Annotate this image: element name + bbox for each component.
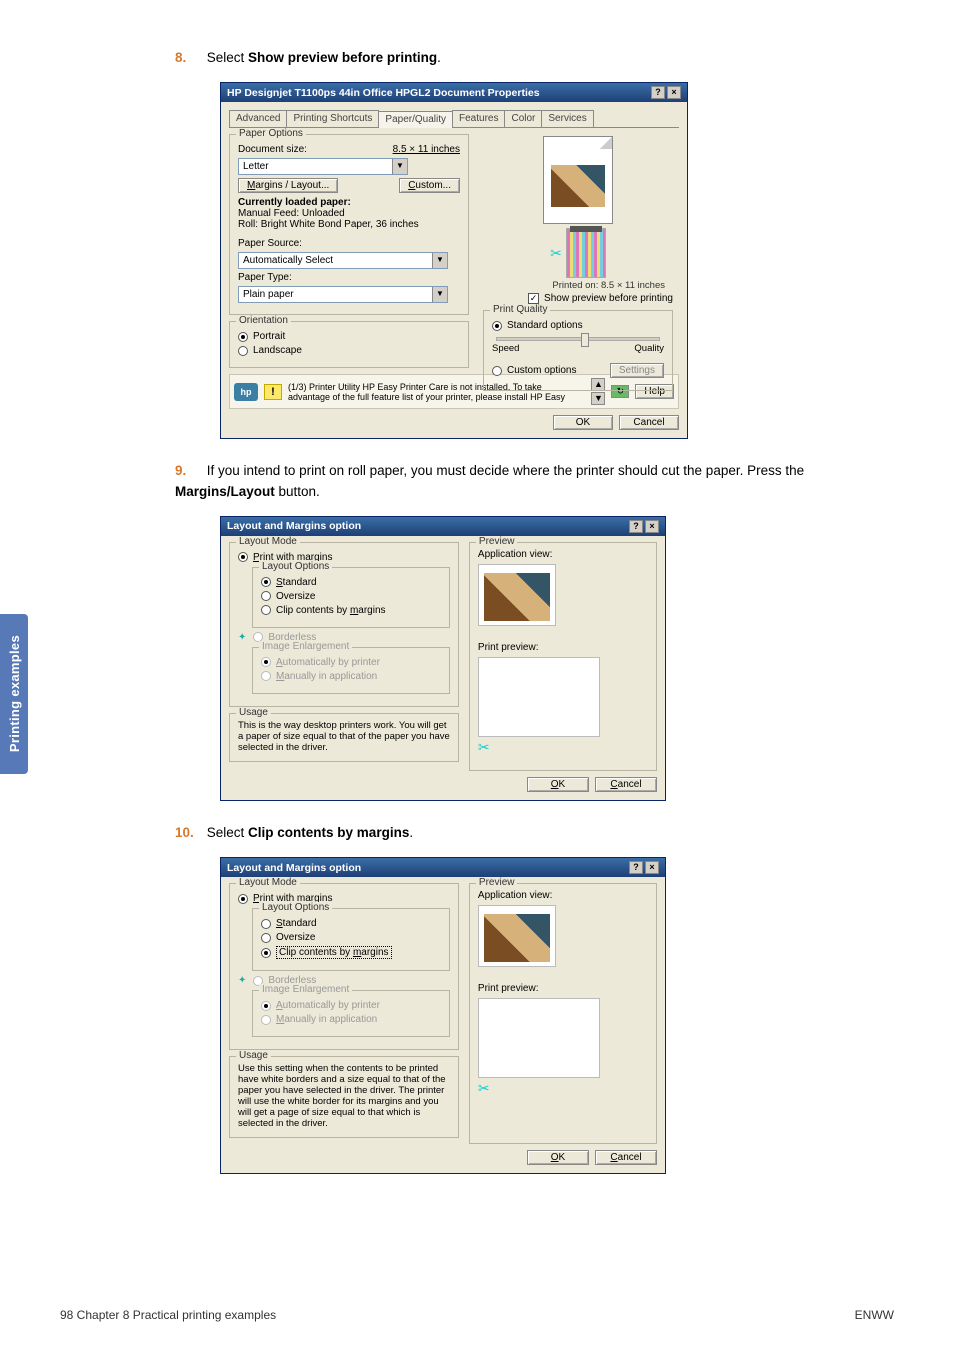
auto-by-printer-radio: Automatically by printer [261,1000,441,1011]
side-tab-label: Printing examples [7,635,22,752]
paper-source-combo[interactable]: Automatically Select▼ [238,252,448,269]
help-titlebar-button[interactable]: ? [629,520,643,533]
dialog3-titlebar: Layout and Margins option ?× [221,858,665,877]
oversize-radio[interactable]: Oversize [261,591,441,602]
close-titlebar-button[interactable]: × [667,86,681,99]
dialog2-title: Layout and Margins option [227,520,361,532]
dialog1-titlebar: HP Designjet T1100ps 44in Office HPGL2 D… [221,83,687,102]
layout-mode-group: Layout Mode Print with margins Layout Op… [229,542,459,707]
print-quality-group: Print Quality Standard options SpeedQual… [483,310,673,391]
image-enlargement-group: Image Enlargement Automatically by print… [252,990,450,1037]
manual-in-app-radio: Manually in application [261,671,441,682]
tab-paper-quality[interactable]: Paper/Quality [378,111,453,128]
settings-button: Settings [610,363,664,378]
cancel-button[interactable]: Cancel [619,415,679,430]
layout-mode-group: Layout Mode Print with margins Layout Op… [229,883,459,1050]
close-titlebar-button[interactable]: × [645,861,659,874]
print-preview-thumb [478,657,600,737]
page-footer: 98 Chapter 8 Practical printing examples… [60,1308,894,1322]
ok-button[interactable]: OK [527,1150,589,1165]
step-10-num: 10. [175,823,203,843]
footer-right: ENWW [855,1308,894,1322]
show-preview-checkbox[interactable]: ✓Show preview before printing [483,293,673,304]
app-view-preview [478,905,556,967]
printed-on-label: Printed on: 8.5 × 11 inches [483,280,665,291]
layout-options-group: Layout Options Standard Oversize Clip co… [252,567,450,628]
print-preview-thumb [478,998,600,1078]
image-enlargement-group: Image Enlargement Automatically by print… [252,647,450,694]
clip-contents-radio[interactable]: Clip contents by margins [261,605,441,616]
preview-group: Preview Application view: Print preview:… [469,883,657,1144]
chevron-down-icon: ▼ [392,159,407,174]
preview-group: Preview Application view: Print preview:… [469,542,657,771]
step-9: 9. If you intend to print on roll paper,… [175,461,894,502]
cancel-button[interactable]: Cancel [595,777,657,792]
sparkle-icon: ✦ [238,975,246,986]
tab-advanced[interactable]: Advanced [229,110,287,127]
dialog1-tabs: Advanced Printing Shortcuts Paper/Qualit… [229,110,679,128]
sparkle-icon: ✦ [238,632,246,643]
step-9-num: 9. [175,461,203,481]
app-view-preview [478,564,556,626]
custom-size-button[interactable]: Custom... [399,178,460,193]
auto-by-printer-radio: Automatically by printer [261,657,441,668]
side-tab: Printing examples [0,614,28,774]
doc-size-combo[interactable]: Letter▼ [238,158,408,175]
tab-services[interactable]: Services [541,110,593,127]
layout-margins-dialog-standard: Layout and Margins option ?× Layout Mode… [220,516,666,801]
footer-left: 98 Chapter 8 Practical printing examples [60,1308,276,1322]
orientation-group: Orientation Portrait Landscape [229,321,469,368]
page-preview [543,136,613,224]
chevron-down-icon: ▼ [432,287,447,302]
ok-button[interactable]: OK [553,415,613,430]
cancel-button[interactable]: Cancel [595,1150,657,1165]
orientation-landscape[interactable]: Landscape [238,345,460,356]
dialog2-titlebar: Layout and Margins option ?× [221,517,665,536]
help-titlebar-button[interactable]: ? [651,86,665,99]
ok-button[interactable]: OK [527,777,589,792]
scissors-icon: ✂ [478,739,490,755]
scissors-icon: ✂ [550,245,562,262]
tab-color[interactable]: Color [504,110,542,127]
help-titlebar-button[interactable]: ? [629,861,643,874]
layout-options-group: Layout Options Standard Oversize Clip co… [252,908,450,971]
paper-type-combo[interactable]: Plain paper▼ [238,286,448,303]
step-8-num: 8. [175,48,203,68]
step-8: 8. Select Show preview before printing. [175,48,894,68]
document-properties-dialog: HP Designjet T1100ps 44in Office HPGL2 D… [220,82,688,439]
margins-layout-button[interactable]: Margins / Layout... [238,178,338,193]
chevron-down-icon: ▼ [432,253,447,268]
custom-options-radio[interactable]: Custom options [492,365,576,376]
manual-in-app-radio: Manually in application [261,1014,441,1025]
tab-features[interactable]: Features [452,110,505,127]
tab-printing-shortcuts[interactable]: Printing Shortcuts [286,110,379,127]
standard-radio[interactable]: Standard [261,577,441,588]
oversize-radio[interactable]: Oversize [261,932,441,943]
step-10: 10. Select Clip contents by margins. [175,823,894,843]
standard-options-radio[interactable]: Standard options [492,320,664,331]
hp-badge-icon: hp [234,383,258,401]
warning-icon: ! [264,384,282,400]
usage-group: Usage This is the way desktop printers w… [229,713,459,762]
layout-margins-dialog-clip: Layout and Margins option ?× Layout Mode… [220,857,666,1174]
paper-options-group: Paper Options Document size:8.5 × 11 inc… [229,134,469,315]
quality-slider[interactable] [492,337,664,341]
standard-radio[interactable]: Standard [261,918,441,929]
scissors-icon: ✂ [478,1080,490,1096]
clip-contents-radio[interactable]: Clip contents by margins [261,946,441,959]
dialog3-title: Layout and Margins option [227,862,361,874]
close-titlebar-button[interactable]: × [645,520,659,533]
dialog1-title: HP Designjet T1100ps 44in Office HPGL2 D… [227,87,540,99]
doc-size-value[interactable]: 8.5 × 11 inches [393,144,460,155]
usage-group: Usage Use this setting when the contents… [229,1056,459,1138]
orientation-portrait[interactable]: Portrait [238,331,460,342]
